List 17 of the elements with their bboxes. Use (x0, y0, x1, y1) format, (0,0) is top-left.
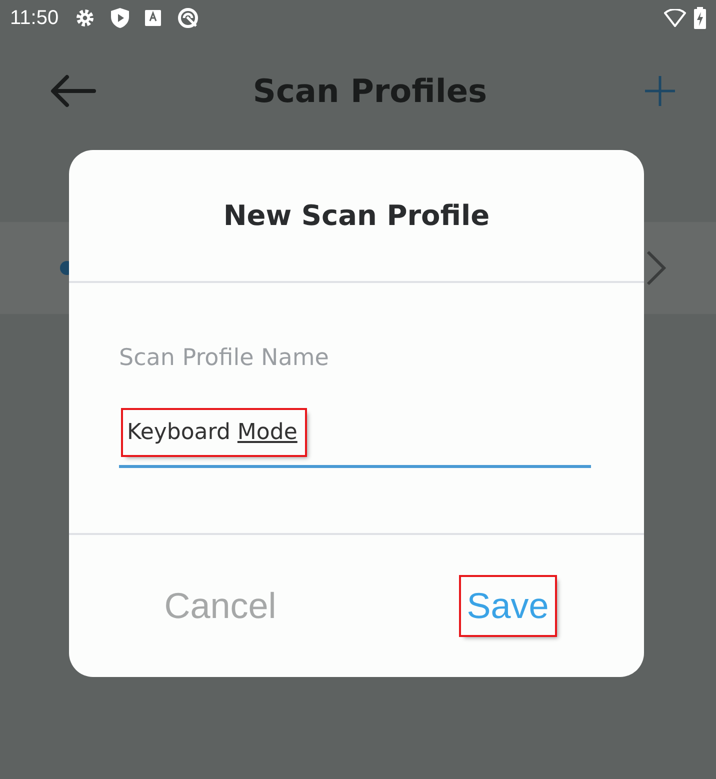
field-value: Keyboard Mode (123, 410, 306, 454)
shield-play-icon (110, 8, 129, 28)
cancel-button[interactable]: Cancel (158, 577, 282, 635)
wifi-icon (664, 9, 686, 27)
dialog-title: New Scan Profile (223, 198, 490, 234)
field-label: Scan Profile Name (119, 344, 330, 373)
keyboard-a-icon (144, 10, 161, 26)
add-icon[interactable] (644, 75, 676, 107)
battery-charging-icon (694, 7, 706, 29)
screen-title: Scan Profiles (252, 71, 488, 112)
chevron-icon (646, 250, 666, 286)
gear-icon (74, 8, 95, 28)
clock: 11:50 (10, 6, 59, 31)
back-arrow-icon[interactable] (50, 74, 96, 108)
save-button[interactable]: Save (460, 577, 555, 635)
input-field[interactable]: Keyboard Mode (119, 410, 591, 468)
circle-icon (176, 7, 199, 29)
